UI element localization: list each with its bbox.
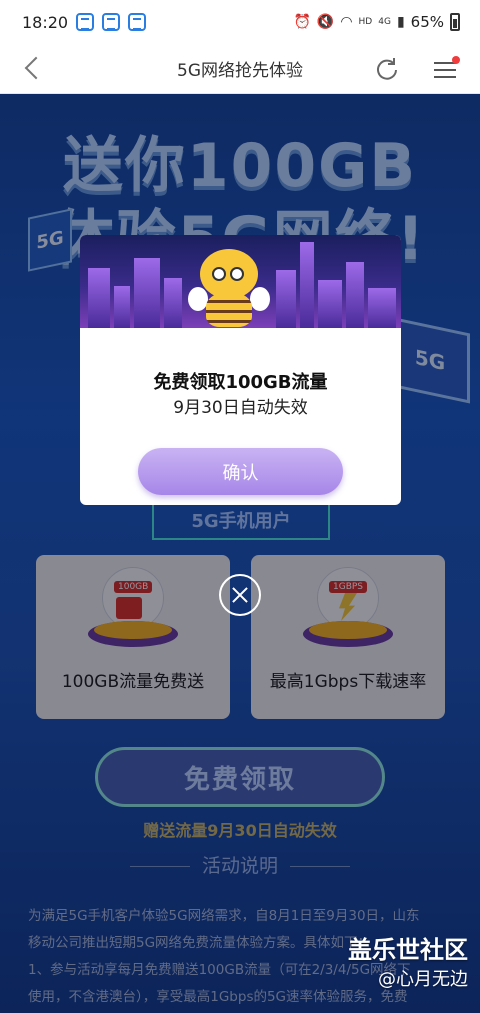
signal-icon: ▮ [396, 14, 405, 30]
mascot-wing [250, 287, 270, 311]
nav-bar: 5G网络抢先体验 [0, 44, 480, 94]
notification-dot [452, 56, 460, 64]
page-title: 5G网络抢先体验 [177, 61, 303, 81]
building [368, 288, 396, 328]
china-mobile-icon [128, 13, 147, 31]
china-mobile-icon [102, 13, 121, 31]
status-right: ⏰ 🔇 ◠ HD 4G ▮ 65% [293, 13, 460, 31]
building [88, 268, 110, 328]
city-banner [80, 235, 401, 328]
hd-indicator: HD [358, 17, 373, 27]
watermark-user: @心月无边 [378, 969, 468, 990]
refresh-button[interactable] [374, 56, 400, 82]
dialog-title: 免费领取100GB流量 [153, 372, 328, 393]
mascot-eye [212, 267, 226, 281]
battery-percent: 65% [410, 13, 444, 31]
wifi-icon: ◠ [340, 14, 353, 30]
close-icon[interactable] [219, 574, 261, 616]
status-time: 18:20 [22, 12, 69, 32]
battery-icon [450, 13, 460, 31]
dialog-subtitle: 9月30日自动失效 [173, 398, 308, 418]
modal-overlay[interactable] [0, 95, 480, 1013]
network-indicator: 4G [378, 17, 391, 27]
building [134, 258, 160, 328]
watermark: 盖乐世社区 @心月无边 [348, 930, 468, 991]
status-left: 18:20 [22, 12, 147, 32]
menu-line [434, 76, 456, 78]
china-mobile-icon [76, 13, 95, 31]
back-button[interactable] [18, 56, 48, 82]
building [164, 278, 182, 328]
building [318, 280, 342, 328]
alarm-icon: ⏰ [293, 14, 311, 30]
mascot-head [200, 249, 258, 299]
confirm-button[interactable]: 确认 [138, 448, 343, 495]
bee-mascot-icon [188, 243, 270, 327]
menu-line [434, 69, 456, 71]
menu-button[interactable] [432, 56, 460, 82]
mascot-eye [230, 267, 244, 281]
building [300, 242, 314, 328]
mascot-wing [188, 287, 208, 311]
status-bar: 18:20 ⏰ 🔇 ◠ HD 4G ▮ 65% [0, 0, 480, 44]
building [114, 286, 130, 328]
building [276, 270, 296, 328]
building [346, 262, 364, 328]
watermark-title: 盖乐世社区 [348, 936, 468, 964]
refresh-icon [377, 58, 397, 80]
mute-icon: 🔇 [316, 14, 335, 30]
claim-dialog: 免费领取100GB流量 9月30日自动失效 确认 [80, 235, 401, 505]
